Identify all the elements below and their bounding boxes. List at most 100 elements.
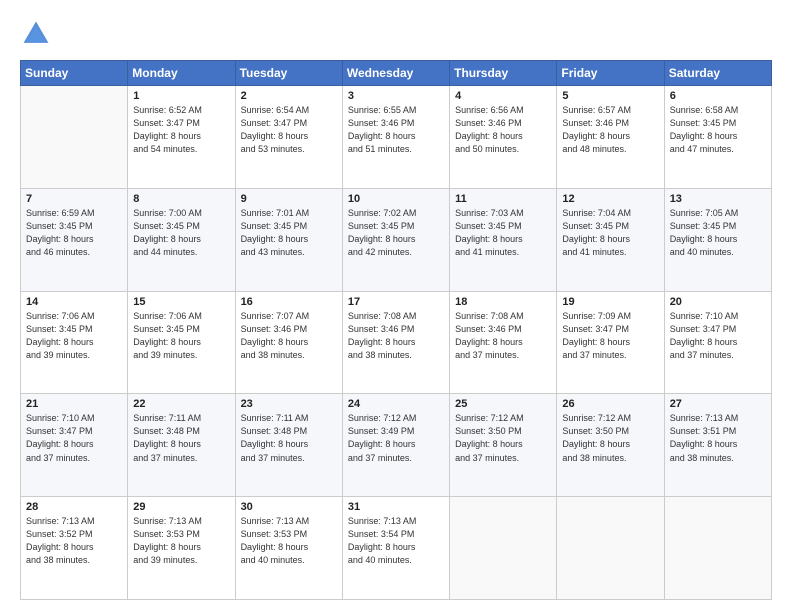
day-info: Sunrise: 7:08 AM Sunset: 3:46 PM Dayligh… (348, 310, 444, 362)
calendar-table: SundayMondayTuesdayWednesdayThursdayFrid… (20, 60, 772, 600)
calendar-cell: 12 Sunrise: 7:04 AM Sunset: 3:45 PM Dayli… (557, 188, 664, 291)
day-header-sunday: Sunday (21, 61, 128, 86)
day-number: 24 (348, 398, 444, 410)
calendar-cell: 31Sunrise: 7:13 AM Sunset: 3:54 PM Dayli… (342, 497, 449, 600)
day-info: Sunrise: 7:12 AM Sunset: 3:49 PM Dayligh… (348, 412, 444, 464)
day-info: Sunrise: 7:13 AM Sunset: 3:53 PM Dayligh… (241, 515, 337, 567)
day-number: 15 (133, 296, 229, 308)
day-number: 3 (348, 90, 444, 102)
calendar-cell: 22Sunrise: 7:11 AM Sunset: 3:48 PM Dayli… (128, 394, 235, 497)
day-number: 23 (241, 398, 337, 410)
day-number: 14 (26, 296, 122, 308)
day-number: 18 (455, 296, 551, 308)
day-info: Sunrise: 7:10 AM Sunset: 3:47 PM Dayligh… (670, 310, 766, 362)
week-row-3: 14 Sunrise: 7:06 AM Sunset: 3:45 PM Dayli… (21, 291, 772, 394)
day-number: 9 (241, 193, 337, 205)
calendar-cell: 3 Sunrise: 6:55 AM Sunset: 3:46 PM Daylig… (342, 86, 449, 189)
calendar-cell: 9 Sunrise: 7:01 AM Sunset: 3:45 PM Daylig… (235, 188, 342, 291)
day-number: 4 (455, 90, 551, 102)
calendar-cell: 20 Sunrise: 7:10 AM Sunset: 3:47 PM Dayli… (664, 291, 771, 394)
day-info: Sunrise: 7:13 AM Sunset: 3:53 PM Dayligh… (133, 515, 229, 567)
day-info: Sunrise: 6:56 AM Sunset: 3:46 PM Dayligh… (455, 104, 551, 156)
day-info: Sunrise: 6:55 AM Sunset: 3:46 PM Dayligh… (348, 104, 444, 156)
day-info: Sunrise: 7:13 AM Sunset: 3:52 PM Dayligh… (26, 515, 122, 567)
logo (20, 18, 56, 50)
day-number: 20 (670, 296, 766, 308)
calendar-cell: 4 Sunrise: 6:56 AM Sunset: 3:46 PM Daylig… (450, 86, 557, 189)
day-number: 19 (562, 296, 658, 308)
day-number: 27 (670, 398, 766, 410)
day-info: Sunrise: 6:58 AM Sunset: 3:45 PM Dayligh… (670, 104, 766, 156)
calendar-cell: 28 Sunrise: 7:13 AM Sunset: 3:52 PM Dayli… (21, 497, 128, 600)
day-header-tuesday: Tuesday (235, 61, 342, 86)
calendar-cell: 14 Sunrise: 7:06 AM Sunset: 3:45 PM Dayli… (21, 291, 128, 394)
page: SundayMondayTuesdayWednesdayThursdayFrid… (0, 0, 792, 612)
calendar-cell: 23 Sunrise: 7:11 AM Sunset: 3:48 PM Dayli… (235, 394, 342, 497)
day-info: Sunrise: 6:54 AM Sunset: 3:47 PM Dayligh… (241, 104, 337, 156)
day-number: 12 (562, 193, 658, 205)
day-number: 7 (26, 193, 122, 205)
calendar-cell: 29 Sunrise: 7:13 AM Sunset: 3:53 PM Dayli… (128, 497, 235, 600)
day-info: Sunrise: 7:03 AM Sunset: 3:45 PM Dayligh… (455, 207, 551, 259)
day-number: 13 (670, 193, 766, 205)
day-info: Sunrise: 7:05 AM Sunset: 3:45 PM Dayligh… (670, 207, 766, 259)
header (20, 18, 772, 50)
day-number: 16 (241, 296, 337, 308)
day-number: 28 (26, 501, 122, 513)
logo-icon (20, 18, 52, 50)
day-info: Sunrise: 7:08 AM Sunset: 3:46 PM Dayligh… (455, 310, 551, 362)
day-info: Sunrise: 7:02 AM Sunset: 3:45 PM Dayligh… (348, 207, 444, 259)
day-number: 8 (133, 193, 229, 205)
day-header-friday: Friday (557, 61, 664, 86)
day-info: Sunrise: 7:01 AM Sunset: 3:45 PM Dayligh… (241, 207, 337, 259)
day-info: Sunrise: 7:04 AM Sunset: 3:45 PM Dayligh… (562, 207, 658, 259)
calendar-cell: 16 Sunrise: 7:07 AM Sunset: 3:46 PM Dayli… (235, 291, 342, 394)
day-info: Sunrise: 7:06 AM Sunset: 3:45 PM Dayligh… (133, 310, 229, 362)
day-info: Sunrise: 7:09 AM Sunset: 3:47 PM Dayligh… (562, 310, 658, 362)
day-info: Sunrise: 6:59 AM Sunset: 3:45 PM Dayligh… (26, 207, 122, 259)
day-info: Sunrise: 7:07 AM Sunset: 3:46 PM Dayligh… (241, 310, 337, 362)
day-number: 29 (133, 501, 229, 513)
day-info: Sunrise: 7:11 AM Sunset: 3:48 PM Dayligh… (133, 412, 229, 464)
calendar-cell: 13 Sunrise: 7:05 AM Sunset: 3:45 PM Dayli… (664, 188, 771, 291)
day-info: Sunrise: 7:11 AM Sunset: 3:48 PM Dayligh… (241, 412, 337, 464)
day-info: Sunrise: 7:06 AM Sunset: 3:45 PM Dayligh… (26, 310, 122, 362)
calendar-cell: 11Sunrise: 7:03 AM Sunset: 3:45 PM Dayli… (450, 188, 557, 291)
calendar-cell: 17 Sunrise: 7:08 AM Sunset: 3:46 PM Dayli… (342, 291, 449, 394)
day-info: Sunrise: 6:52 AM Sunset: 3:47 PM Dayligh… (133, 104, 229, 156)
calendar-cell (664, 497, 771, 600)
week-row-1: 1 Sunrise: 6:52 AM Sunset: 3:47 PM Daylig… (21, 86, 772, 189)
calendar-cell: 19 Sunrise: 7:09 AM Sunset: 3:47 PM Dayli… (557, 291, 664, 394)
day-info: Sunrise: 6:57 AM Sunset: 3:46 PM Dayligh… (562, 104, 658, 156)
calendar-cell: 2 Sunrise: 6:54 AM Sunset: 3:47 PM Daylig… (235, 86, 342, 189)
day-number: 2 (241, 90, 337, 102)
calendar-cell: 10 Sunrise: 7:02 AM Sunset: 3:45 PM Dayli… (342, 188, 449, 291)
day-info: Sunrise: 7:12 AM Sunset: 3:50 PM Dayligh… (455, 412, 551, 464)
day-info: Sunrise: 7:13 AM Sunset: 3:51 PM Dayligh… (670, 412, 766, 464)
week-row-5: 28 Sunrise: 7:13 AM Sunset: 3:52 PM Dayli… (21, 497, 772, 600)
day-header-thursday: Thursday (450, 61, 557, 86)
day-header-wednesday: Wednesday (342, 61, 449, 86)
day-info: Sunrise: 7:13 AM Sunset: 3:54 PM Dayligh… (348, 515, 444, 567)
day-number: 26 (562, 398, 658, 410)
calendar-header-row: SundayMondayTuesdayWednesdayThursdayFrid… (21, 61, 772, 86)
day-info: Sunrise: 7:10 AM Sunset: 3:47 PM Dayligh… (26, 412, 122, 464)
day-number: 25 (455, 398, 551, 410)
day-number: 1 (133, 90, 229, 102)
day-number: 21 (26, 398, 122, 410)
day-info: Sunrise: 7:12 AM Sunset: 3:50 PM Dayligh… (562, 412, 658, 464)
calendar-cell: 1 Sunrise: 6:52 AM Sunset: 3:47 PM Daylig… (128, 86, 235, 189)
calendar-cell (450, 497, 557, 600)
calendar-cell: 5 Sunrise: 6:57 AM Sunset: 3:46 PM Daylig… (557, 86, 664, 189)
calendar-cell: 26 Sunrise: 7:12 AM Sunset: 3:50 PM Dayli… (557, 394, 664, 497)
calendar-cell: 21 Sunrise: 7:10 AM Sunset: 3:47 PM Dayli… (21, 394, 128, 497)
calendar-cell (21, 86, 128, 189)
day-number: 30 (241, 501, 337, 513)
calendar-cell: 8Sunrise: 7:00 AM Sunset: 3:45 PM Daylig… (128, 188, 235, 291)
day-number: 17 (348, 296, 444, 308)
calendar-cell: 15 Sunrise: 7:06 AM Sunset: 3:45 PM Dayli… (128, 291, 235, 394)
calendar-cell: 18 Sunrise: 7:08 AM Sunset: 3:46 PM Dayli… (450, 291, 557, 394)
day-number: 10 (348, 193, 444, 205)
day-number: 5 (562, 90, 658, 102)
day-number: 6 (670, 90, 766, 102)
